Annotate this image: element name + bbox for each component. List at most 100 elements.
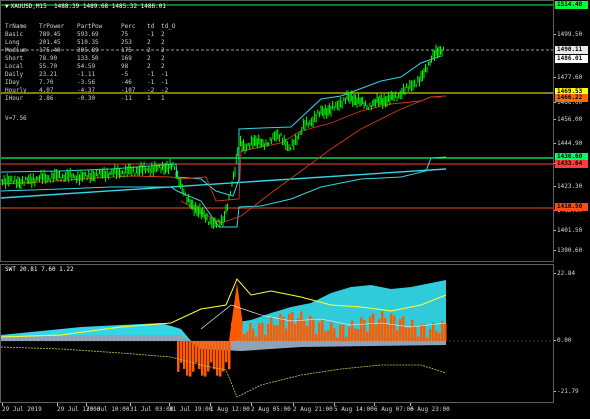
histogram-bar (321, 319, 324, 341)
table-cell: -1 (161, 71, 169, 78)
histogram-bar (363, 319, 366, 341)
table-cell: 175 (121, 47, 132, 54)
price-axis[interactable]: 1499.501477.601466.001456.001444.901434.… (553, 0, 590, 274)
histogram-bar (297, 318, 300, 341)
indicator-axis[interactable]: 22.84 0.00 -21.79 (553, 264, 590, 403)
table-row: Medium 175.40 305.89 175 2 2 (5, 47, 179, 55)
histogram-bar (264, 334, 267, 341)
histogram-bar (189, 341, 192, 377)
price-level-tag: 1433.64 (555, 160, 588, 168)
table-cell: -46 (121, 79, 132, 86)
histogram-bar (195, 341, 198, 363)
table-cell: -3.56 (77, 79, 96, 86)
time-tick-label: 6 Aug 23:00 (410, 403, 450, 413)
histogram-bar (384, 318, 387, 341)
histogram-bar (303, 319, 306, 341)
time-tick-label: 5 Aug 14:00 (334, 403, 374, 413)
table-cell: 2 (161, 55, 165, 62)
histogram-bar (396, 330, 399, 341)
time-tick-label: 31 Jul 03:00 (130, 403, 174, 413)
table-cell: IDay (5, 79, 20, 86)
histogram-bar (207, 341, 210, 372)
table-cell: -2 (161, 87, 169, 94)
histogram-bar (411, 319, 414, 341)
histogram-bar (210, 341, 213, 363)
table-cell: -1 (147, 31, 155, 38)
indicator-tick-label: -21.79 (554, 388, 579, 395)
table-cell: -1 (147, 79, 155, 86)
indicator-canvas[interactable] (1, 265, 554, 403)
histogram-bar (225, 341, 228, 363)
time-tick-label: 1 Aug 12:00 (210, 403, 250, 413)
table-cell: 54.59 (77, 63, 96, 70)
histogram-bar (216, 341, 219, 376)
time-tick-label: 2 Aug 05:00 (251, 403, 291, 413)
table-cell: 23.21 (39, 71, 58, 78)
histogram-bar (222, 341, 225, 372)
table-cell: -5 (121, 71, 129, 78)
price-tick-label: 1390.60 (553, 247, 583, 254)
histogram-bar (423, 324, 426, 341)
collapse-arrow-icon[interactable]: ▼ (5, 3, 9, 10)
histogram-bar (333, 328, 336, 341)
table-cell: 75 (121, 31, 129, 38)
histogram-bar (438, 332, 441, 341)
time-tick-label: 30 Jul 10:00 (86, 403, 130, 413)
column-header: td (147, 23, 155, 30)
histogram-bar (312, 318, 315, 341)
price-tick-label: 1423.30 (553, 183, 583, 190)
price-level-tag: 1486.01 (555, 55, 588, 63)
histogram-bar (420, 324, 423, 341)
histogram-bar (258, 323, 261, 341)
histogram-bar (261, 322, 264, 341)
histogram-bar (336, 337, 339, 341)
red-trend-line (180, 95, 447, 224)
column-header: PartPow (77, 23, 103, 30)
table-row: Local 55.70 54.59 98 2 2 (5, 63, 179, 71)
ohlc-values: 1488.39 1489.68 1485.32 1486.01 (53, 3, 166, 10)
histogram-bar (351, 320, 354, 341)
histogram-bar (249, 323, 252, 341)
red-step-line (1, 96, 441, 202)
table-cell: 789.45 (39, 31, 61, 38)
table-cell: 78.90 (39, 55, 58, 62)
histogram-bar (426, 337, 429, 341)
histogram-bar (288, 314, 291, 341)
histogram-bar (285, 328, 288, 341)
table-cell: 2 (147, 39, 151, 46)
table-row: IDay 7.70 -3.56 -46 -1 -1 (5, 79, 179, 87)
table-row: Daily 23.21 -1.11 -5 -1 -1 (5, 71, 179, 79)
table-cell: -11 (121, 95, 132, 102)
histogram-bar (204, 341, 207, 377)
histogram-bar (255, 336, 258, 341)
table-cell: 2 (161, 47, 165, 54)
table-cell: 201.45 (39, 39, 61, 46)
table-cell: Medium (5, 47, 27, 54)
histogram-bar (330, 322, 333, 341)
histogram-bar (318, 322, 321, 341)
table-cell: -1 (161, 79, 169, 86)
histogram-bar (279, 314, 282, 341)
indicator-label: SWT 20.81 7.60 1.22 (5, 266, 74, 273)
price-level-tag: 1410.50 (555, 203, 588, 211)
column-header: Perc (121, 23, 136, 30)
histogram-bar (372, 313, 375, 341)
table-cell: 510.35 (77, 39, 99, 46)
indicator-pane[interactable]: SWT 20.81 7.60 1.22 (0, 264, 554, 403)
chart-header: ▼ XAUUSD,M15 1488.39 1489.68 1485.32 1486… (5, 3, 166, 11)
histogram-bar (393, 315, 396, 341)
time-tick-label: 6 Aug 07:00 (374, 403, 414, 413)
table-row: Hourly 4.07 -4.37 -107 -2 -2 (5, 87, 179, 95)
table-row: IHour 2.86 -0.30 -11 1 1 (5, 95, 179, 103)
table-cell: -4.37 (77, 87, 96, 94)
table-row: Long 201.45 510.35 253 2 2 (5, 39, 179, 47)
histogram-bar (390, 313, 393, 341)
price-chart-pane[interactable]: ▼ XAUUSD,M15 1488.39 1489.68 1485.32 1486… (0, 0, 554, 262)
table-cell: 2 (161, 63, 165, 70)
table-cell: 133.50 (77, 55, 99, 62)
symbol-timeframe: XAUUSD,M15 (10, 3, 47, 10)
price-level-tag: 1514.40 (555, 1, 588, 9)
price-tick-label: 1477.60 (553, 74, 583, 81)
time-axis[interactable]: 29 Jul 2019 29 Jul 17:00 30 Jul 10:00 31 Ju… (0, 403, 590, 419)
histogram-bar (213, 341, 216, 370)
